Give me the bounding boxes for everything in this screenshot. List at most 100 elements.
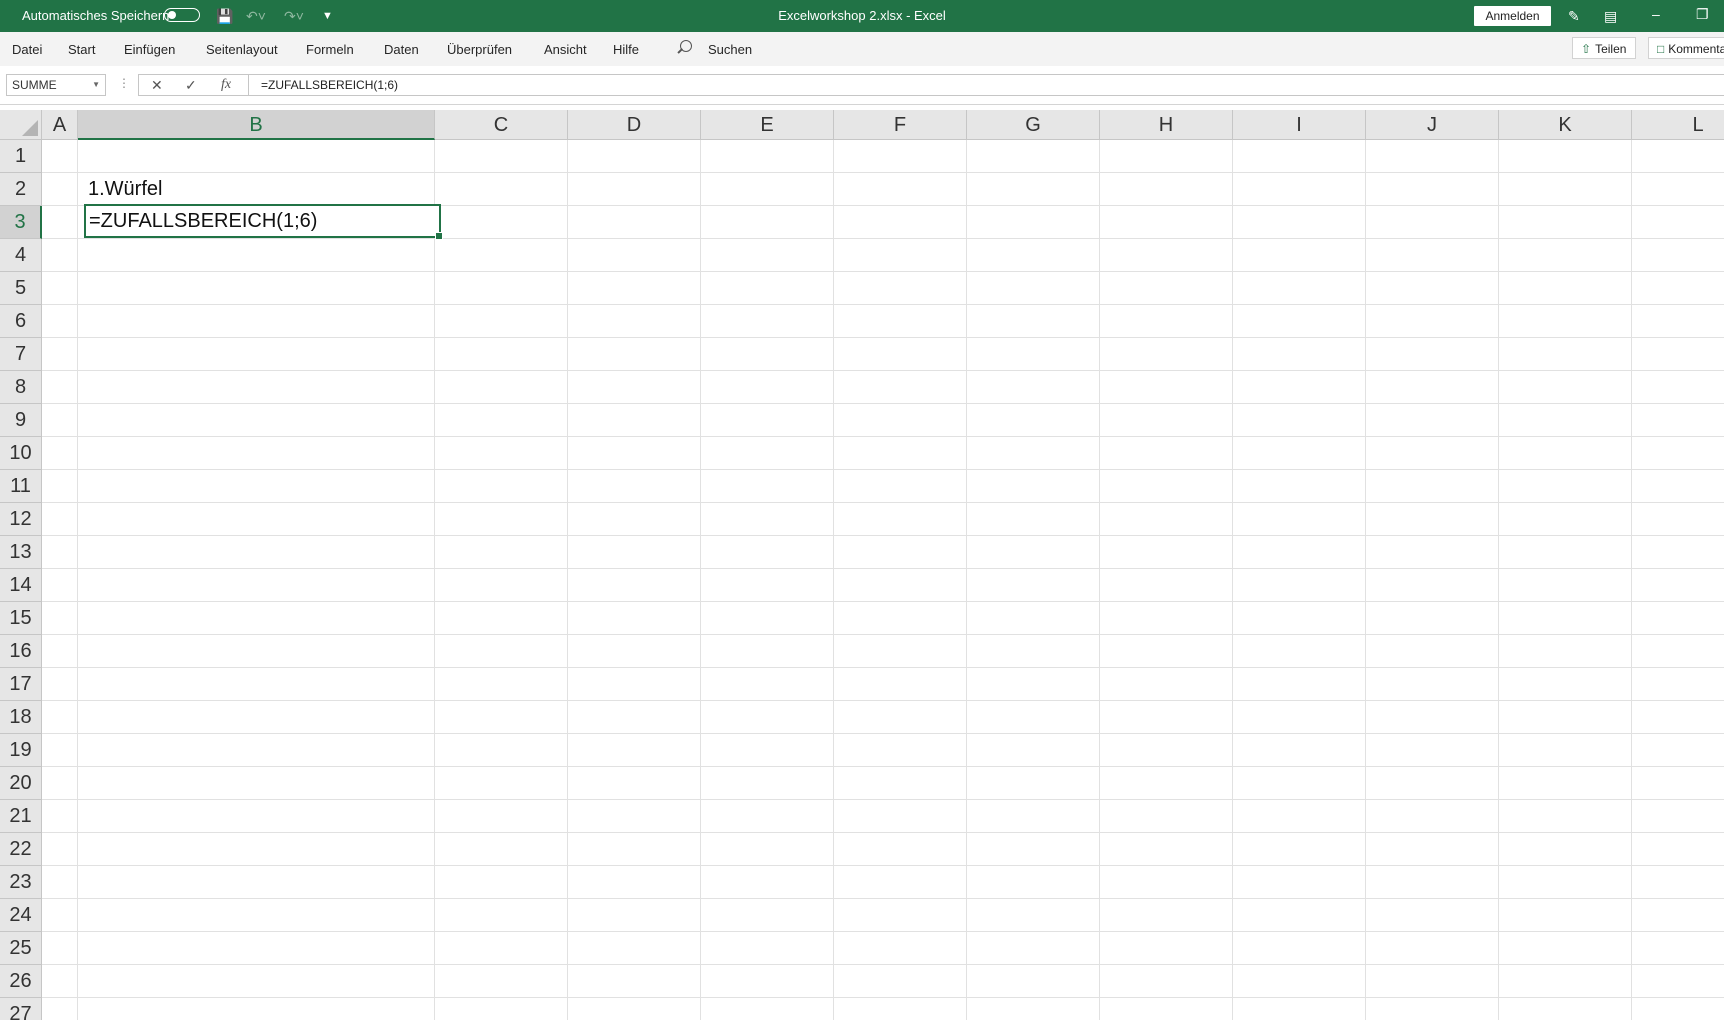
formula-input[interactable]: =ZUFALLSBEREICH(1;6) (248, 74, 1724, 96)
tab-ansicht[interactable]: Ansicht (544, 42, 587, 57)
save-icon[interactable]: 💾 (216, 8, 233, 24)
cell-area[interactable]: 1.Würfel =ZUFALLSBEREICH(1;6) (42, 140, 1724, 1020)
tab-datei[interactable]: Datei (12, 42, 42, 57)
restore-icon[interactable]: ❐ (1696, 6, 1709, 23)
column-header-c[interactable]: C (435, 110, 568, 140)
insert-function-icon[interactable]: fx (221, 77, 231, 93)
gridline-vertical (567, 140, 568, 1020)
confirm-icon[interactable]: ✓ (185, 77, 197, 94)
name-box-value: SUMME (12, 78, 57, 92)
row-header-8[interactable]: 8 (0, 371, 42, 404)
ribbon-display-icon[interactable]: ▤ (1604, 8, 1617, 24)
column-header-l[interactable]: L (1632, 110, 1724, 140)
cancel-icon[interactable]: ✕ (151, 77, 163, 94)
redo-icon[interactable]: ↷˅ (284, 8, 304, 24)
minimize-icon[interactable]: – (1652, 6, 1660, 22)
gridline-horizontal (42, 370, 1724, 371)
gridline-horizontal (42, 502, 1724, 503)
row-header-5[interactable]: 5 (0, 272, 42, 305)
formula-buttons: ✕ ✓ fx (138, 74, 248, 96)
gridline-horizontal (42, 634, 1724, 635)
search-label[interactable]: Suchen (708, 42, 752, 57)
share-button[interactable]: ⇧ Teilen (1572, 37, 1636, 59)
column-header-a[interactable]: A (42, 110, 78, 140)
column-header-i[interactable]: I (1233, 110, 1366, 140)
row-header-16[interactable]: 16 (0, 635, 42, 668)
row-header-12[interactable]: 12 (0, 503, 42, 536)
undo-icon[interactable]: ↶˅ (246, 8, 266, 24)
search-icon[interactable] (680, 40, 692, 52)
select-all-button[interactable] (0, 110, 42, 140)
row-header-24[interactable]: 24 (0, 899, 42, 932)
gridline-horizontal (42, 865, 1724, 866)
gridline-horizontal (42, 403, 1724, 404)
row-header-17[interactable]: 17 (0, 668, 42, 701)
column-header-j[interactable]: J (1366, 110, 1499, 140)
gridline-horizontal (42, 700, 1724, 701)
gridline-horizontal (42, 964, 1724, 965)
row-header-19[interactable]: 19 (0, 734, 42, 767)
column-header-g[interactable]: G (967, 110, 1100, 140)
tab-ueberpruefen[interactable]: Überprüfen (447, 42, 512, 57)
autosave-toggle[interactable] (164, 8, 200, 22)
formula-bar-divider-icon[interactable]: ⋮ (118, 76, 130, 90)
row-header-10[interactable]: 10 (0, 437, 42, 470)
row-header-21[interactable]: 21 (0, 800, 42, 833)
active-cell-b3[interactable]: =ZUFALLSBEREICH(1;6) (84, 204, 443, 240)
gridline-horizontal (42, 337, 1724, 338)
tab-hilfe[interactable]: Hilfe (613, 42, 639, 57)
cell-b2[interactable]: 1.Würfel (88, 178, 162, 201)
row-header-13[interactable]: 13 (0, 536, 42, 569)
row-header-14[interactable]: 14 (0, 569, 42, 602)
fill-handle[interactable] (435, 232, 443, 240)
tab-daten[interactable]: Daten (384, 42, 419, 57)
row-header-7[interactable]: 7 (0, 338, 42, 371)
menu-bar: Datei Start Einfügen Seitenlayout Formel… (0, 32, 1724, 66)
gridline-horizontal (42, 271, 1724, 272)
tab-formeln[interactable]: Formeln (306, 42, 354, 57)
row-header-25[interactable]: 25 (0, 932, 42, 965)
share-icon: ⇧ (1581, 42, 1592, 56)
gridline-horizontal (42, 568, 1724, 569)
customize-toolbar-icon[interactable]: ▼ (322, 8, 333, 24)
column-header-f[interactable]: F (834, 110, 967, 140)
share-label: Teilen (1595, 42, 1627, 56)
signin-button[interactable]: Anmelden (1474, 6, 1551, 26)
column-header-b[interactable]: B (78, 110, 435, 140)
tab-einfuegen[interactable]: Einfügen (124, 42, 175, 57)
gridline-vertical (1099, 140, 1100, 1020)
row-header-9[interactable]: 9 (0, 404, 42, 437)
gridline-vertical (1232, 140, 1233, 1020)
row-header-20[interactable]: 20 (0, 767, 42, 800)
gridline-vertical (1631, 140, 1632, 1020)
row-header-23[interactable]: 23 (0, 866, 42, 899)
column-header-e[interactable]: E (701, 110, 834, 140)
spreadsheet-grid: ABCDEFGHIJKL 1 2 3 4 5 6 7 8 9 10 11 12 13 14 15 16 17 18… (0, 110, 1724, 1020)
gridline-horizontal (42, 172, 1724, 173)
gridline-vertical (700, 140, 701, 1020)
pen-icon[interactable]: ✎ (1568, 8, 1580, 24)
tab-seitenlayout[interactable]: Seitenlayout (206, 42, 278, 57)
name-box[interactable]: SUMME ▼ (6, 74, 106, 96)
cell-b3-editor[interactable]: =ZUFALLSBEREICH(1;6) (89, 210, 317, 233)
row-header-15[interactable]: 15 (0, 602, 42, 635)
tab-start[interactable]: Start (68, 42, 95, 57)
row-header-2[interactable]: 2 (0, 173, 42, 206)
row-header-18[interactable]: 18 (0, 701, 42, 734)
row-header-11[interactable]: 11 (0, 470, 42, 503)
row-header-22[interactable]: 22 (0, 833, 42, 866)
row-header-26[interactable]: 26 (0, 965, 42, 998)
gridline-horizontal (42, 931, 1724, 932)
gridline-horizontal (42, 898, 1724, 899)
row-header-27[interactable]: 27 (0, 998, 42, 1020)
gridline-horizontal (42, 304, 1724, 305)
column-header-k[interactable]: K (1499, 110, 1632, 140)
column-header-d[interactable]: D (568, 110, 701, 140)
chevron-down-icon[interactable]: ▼ (92, 75, 100, 95)
column-header-h[interactable]: H (1100, 110, 1233, 140)
row-header-3[interactable]: 3 (0, 206, 42, 239)
row-header-1[interactable]: 1 (0, 140, 42, 173)
comments-button[interactable]: □Kommentare (1648, 37, 1724, 59)
row-header-4[interactable]: 4 (0, 239, 42, 272)
row-header-6[interactable]: 6 (0, 305, 42, 338)
